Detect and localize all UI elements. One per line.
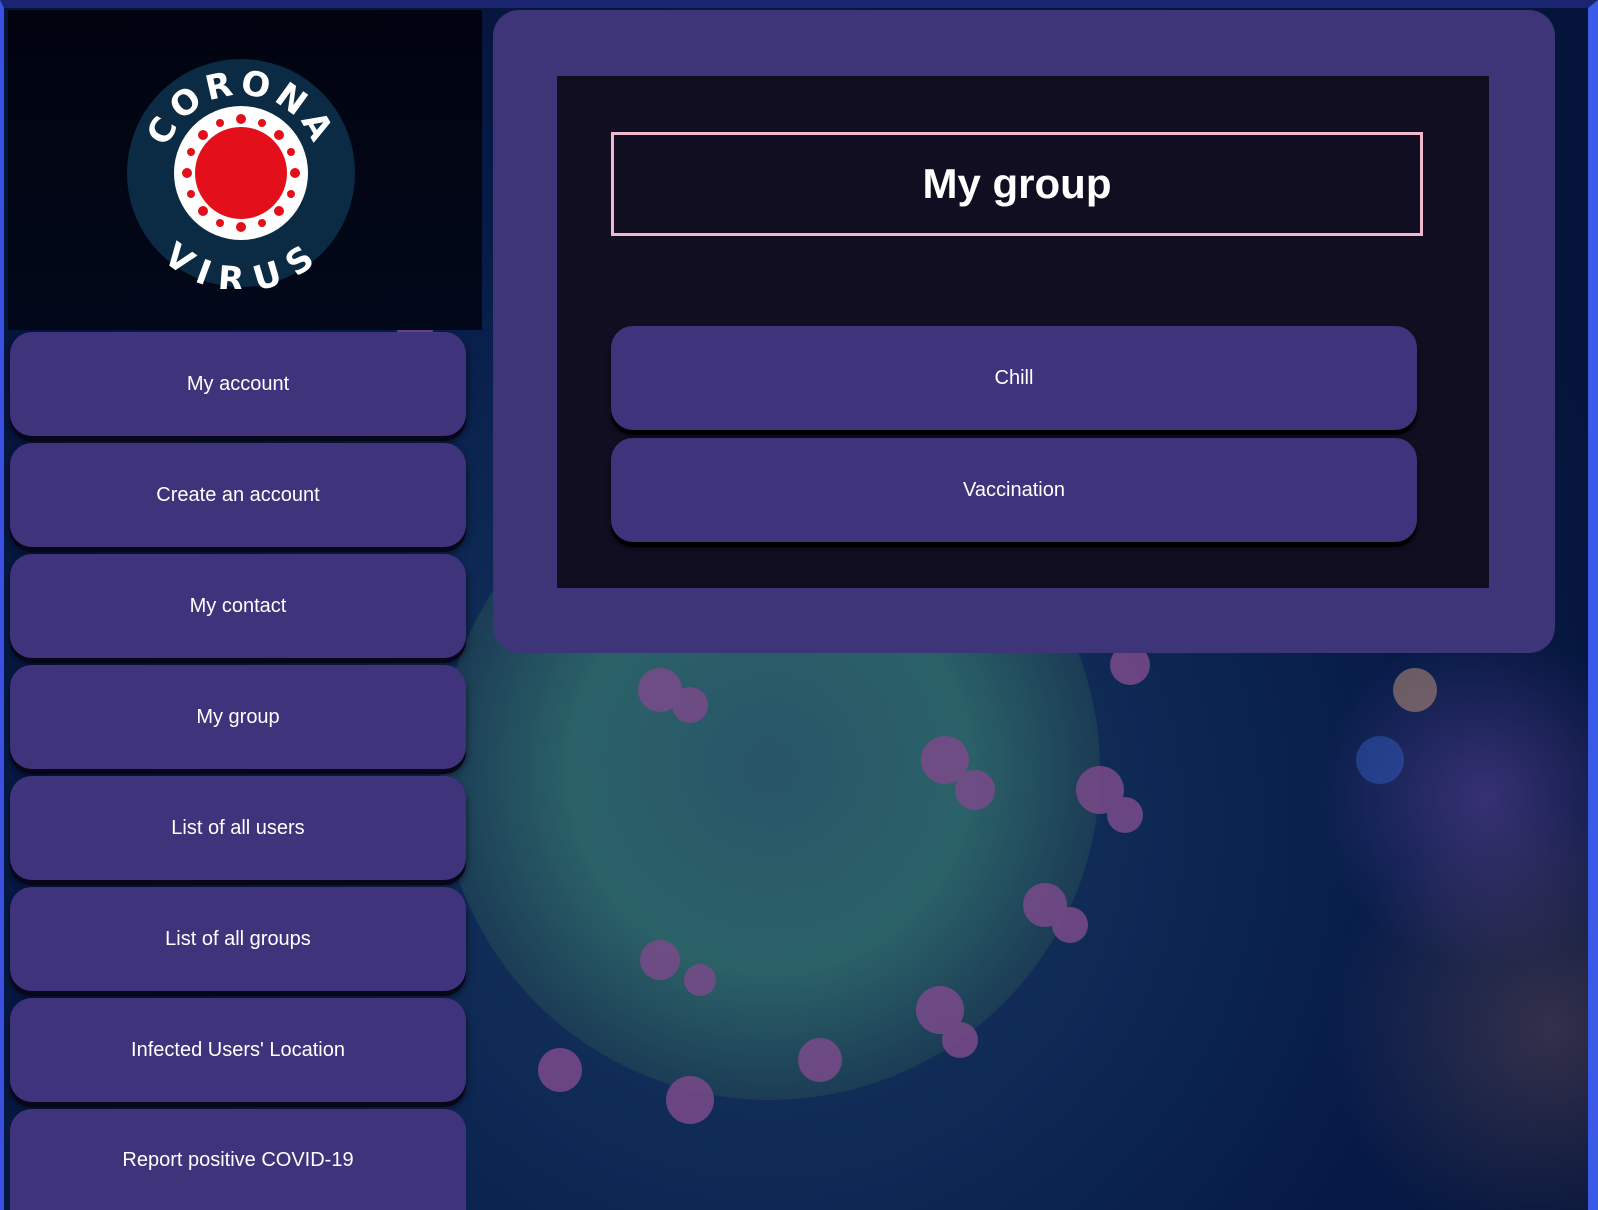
sidebar-item-report-positive[interactable]: Report positive COVID-19 [10, 1109, 466, 1210]
sidebar-item-label: Infected Users' Location [131, 1038, 345, 1061]
sidebar-item-label: Create an account [156, 483, 320, 506]
page-title: My group [611, 132, 1423, 236]
sidebar-item-label: My group [196, 705, 280, 728]
sidebar-item-label: List of all groups [165, 927, 311, 950]
sidebar-item-label: List of all users [171, 816, 305, 839]
coronavirus-logo: CORONA VIRUS [127, 59, 355, 289]
sidebar-item-list-all-users[interactable]: List of all users [10, 776, 466, 880]
logo-area: CORONA VIRUS [8, 10, 482, 330]
sidebar-item-create-account[interactable]: Create an account [10, 443, 466, 547]
group-item-chill[interactable]: Chill [611, 326, 1417, 430]
sidebar-item-my-account[interactable]: My account [10, 332, 466, 436]
sidebar-item-infected-users-location[interactable]: Infected Users' Location [10, 998, 466, 1102]
sidebar-item-label: Report positive COVID-19 [122, 1149, 354, 1171]
sidebar-item-label: My contact [189, 594, 287, 617]
group-item-label: Chill [994, 366, 1034, 389]
sidebar: CORONA VIRUS My account Create an accoun… [0, 0, 482, 1210]
group-list-container: My group Chill Vaccination [557, 76, 1489, 588]
sidebar-item-label: My account [186, 372, 290, 395]
sidebar-item-list-all-groups[interactable]: List of all groups [10, 887, 466, 991]
group-item-label: Vaccination [963, 478, 1065, 501]
sidebar-item-my-contact[interactable]: My contact [10, 554, 466, 658]
group-item-vaccination[interactable]: Vaccination [611, 438, 1417, 542]
main-panel: My group Chill Vaccination [493, 10, 1555, 653]
sidebar-item-my-group[interactable]: My group [10, 665, 466, 769]
